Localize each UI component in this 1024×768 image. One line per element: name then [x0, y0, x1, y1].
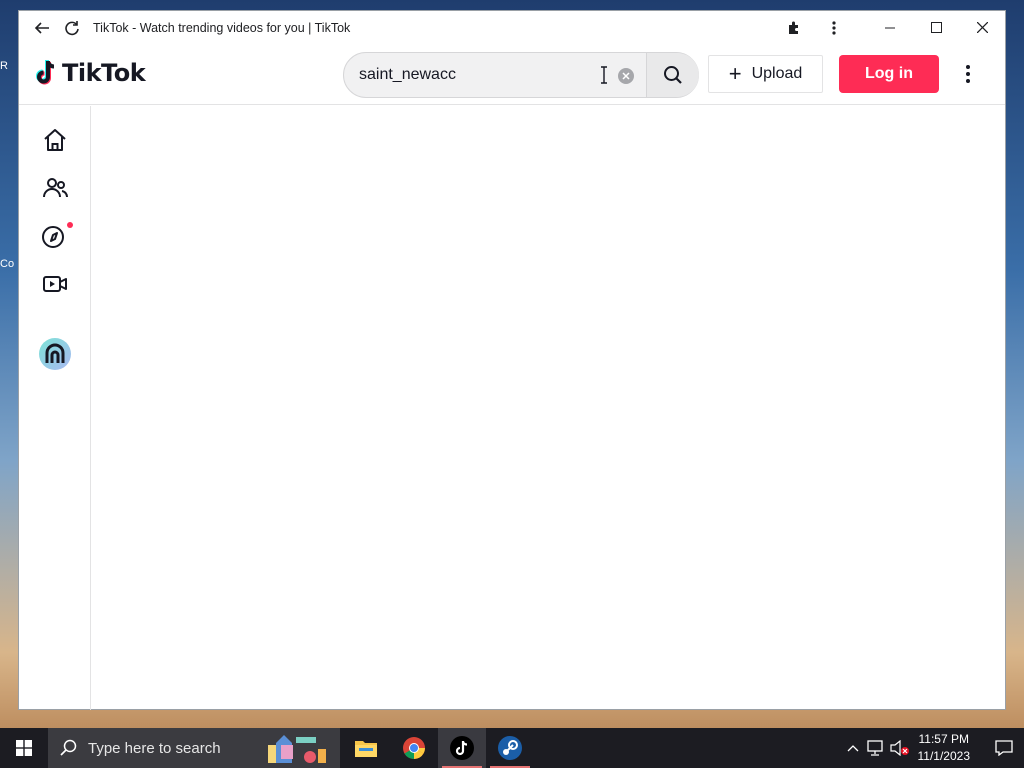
browser-menu-button[interactable]	[819, 13, 849, 43]
reload-button[interactable]	[57, 13, 87, 43]
minimize-button[interactable]	[867, 11, 913, 45]
clear-search-button[interactable]	[618, 68, 634, 84]
kebab-menu-icon	[832, 20, 836, 35]
arrow-left-icon	[34, 21, 49, 34]
sidebar-item-explore[interactable]	[39, 220, 73, 252]
notifications-button[interactable]	[984, 740, 1024, 756]
tiktok-app-icon	[450, 736, 474, 760]
compass-icon	[42, 226, 64, 248]
sidebar-avatar[interactable]	[39, 338, 71, 370]
search-input[interactable]	[359, 66, 599, 84]
window-title: TikTok - Watch trending videos for you |…	[93, 20, 351, 35]
close-button[interactable]	[959, 11, 1005, 45]
notification-dot	[67, 222, 73, 228]
sidebar	[19, 106, 91, 710]
windows-logo-icon	[16, 740, 32, 756]
taskbar: Type here to search 11:57 PM 11/1/2023	[0, 728, 1024, 768]
more-options-button[interactable]	[957, 59, 979, 89]
network-button[interactable]	[864, 740, 888, 756]
taskbar-file-explorer[interactable]	[342, 728, 390, 768]
close-icon	[976, 22, 988, 33]
show-hidden-icons-button[interactable]	[842, 744, 864, 752]
steam-icon	[498, 736, 522, 760]
notification-center-icon	[995, 740, 1013, 756]
minimize-icon	[885, 27, 895, 28]
search-icon	[60, 739, 77, 756]
desktop-icon-fragment: R	[0, 60, 8, 72]
sidebar-item-live[interactable]	[39, 268, 71, 300]
title-bar: TikTok - Watch trending videos for you |…	[19, 11, 1005, 45]
maximize-icon	[930, 22, 942, 33]
clear-x-icon	[622, 72, 630, 80]
clock[interactable]: 11:57 PM 11/1/2023	[918, 731, 971, 765]
upload-button[interactable]: + Upload	[708, 55, 823, 93]
volume-muted-icon	[889, 740, 909, 756]
search-icon	[664, 66, 682, 84]
back-button[interactable]	[27, 13, 57, 43]
taskbar-steam[interactable]	[486, 728, 534, 768]
tiktok-header: TikTok + Upload Log in	[19, 45, 1005, 105]
search-bar[interactable]	[343, 52, 699, 98]
tiktok-note-icon	[36, 60, 55, 85]
plus-icon: +	[728, 61, 742, 86]
chrome-icon	[403, 737, 425, 759]
search-button[interactable]	[647, 53, 699, 97]
taskbar-chrome[interactable]	[390, 728, 438, 768]
browser-window: TikTok - Watch trending videos for you |…	[18, 10, 1006, 710]
start-button[interactable]	[0, 728, 48, 768]
taskbar-search-text: Type here to search	[88, 739, 221, 757]
puzzle-icon	[789, 21, 798, 34]
arch-logo-icon	[45, 343, 65, 363]
sidebar-item-following[interactable]	[39, 172, 71, 204]
desktop-icon-fragment: Co	[0, 258, 15, 270]
chevron-up-icon	[847, 745, 858, 752]
login-button[interactable]: Log in	[839, 55, 939, 93]
kebab-menu-icon	[966, 65, 970, 83]
logo-wordmark: TikTok	[62, 59, 146, 87]
clock-date: 11/1/2023	[917, 749, 971, 763]
folder-icon	[355, 741, 377, 757]
clock-time: 11:57 PM	[918, 732, 969, 746]
system-tray: 11:57 PM 11/1/2023	[842, 728, 1024, 768]
video-camera-icon	[43, 276, 67, 292]
maximize-button[interactable]	[913, 11, 959, 45]
network-icon	[866, 740, 883, 756]
home-icon	[44, 129, 66, 151]
people-icon	[43, 178, 68, 198]
extensions-button[interactable]	[779, 13, 809, 43]
taskbar-tiktok[interactable]	[438, 728, 486, 768]
taskbar-search[interactable]: Type here to search	[48, 728, 340, 768]
tiktok-logo[interactable]: TikTok	[34, 59, 146, 87]
text-cursor-icon	[601, 66, 607, 84]
upload-label: Upload	[751, 65, 803, 82]
search-highlight-icon	[268, 735, 326, 763]
reload-icon	[65, 20, 79, 35]
sidebar-item-home[interactable]	[39, 124, 71, 156]
volume-button[interactable]	[888, 740, 912, 756]
